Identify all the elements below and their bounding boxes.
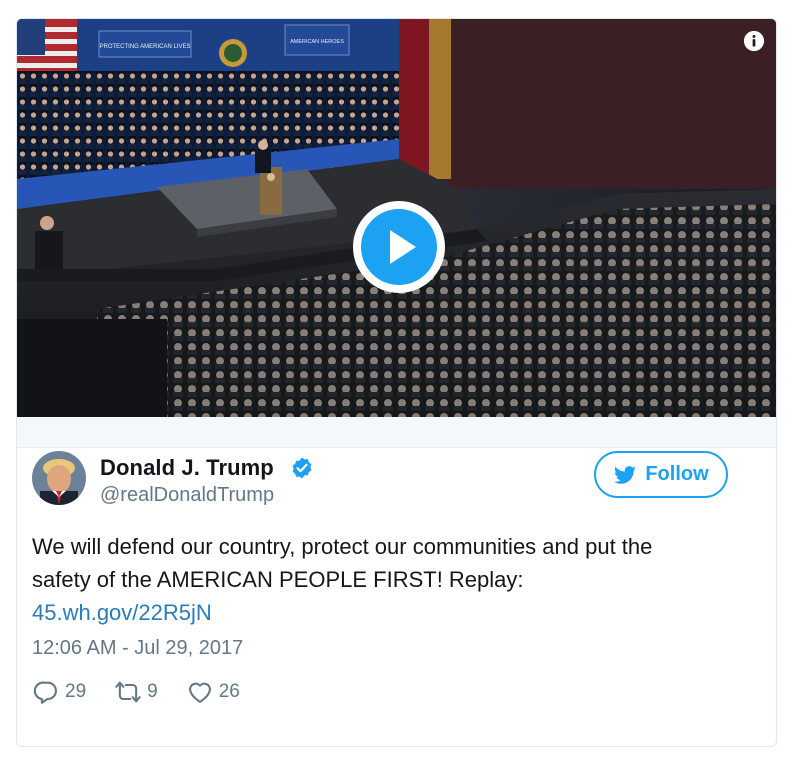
banner-left-text: PROTECTING AMERICAN LIVES: [99, 44, 190, 50]
retweet-icon: [115, 681, 141, 703]
heart-icon: [188, 682, 211, 703]
retweet-button[interactable]: 9: [114, 678, 158, 706]
tweet-timestamp[interactable]: 12:06 AM - Jul 29, 2017: [32, 637, 243, 660]
reply-icon: [33, 681, 57, 704]
play-icon: [353, 201, 445, 293]
author-handle[interactable]: @realDonaldTrump: [100, 484, 274, 507]
twitter-bird-icon: [614, 465, 637, 484]
follow-button[interactable]: Follow: [594, 451, 728, 498]
reply-count: 29: [65, 681, 87, 702]
tweet-link[interactable]: 45.wh.gov/22R5jN: [32, 600, 212, 625]
follow-label: Follow: [645, 463, 709, 485]
avatar[interactable]: [32, 451, 86, 505]
author-name[interactable]: Donald J. Trump: [100, 455, 274, 481]
stage-banner-left: PROTECTING AMERICAN LIVES: [98, 30, 192, 58]
tweet-actions: 29 9 26: [32, 677, 268, 707]
like-button[interactable]: 26: [186, 678, 240, 706]
tweet-text: We will defend our country, protect our …: [32, 530, 732, 629]
info-icon[interactable]: [743, 30, 765, 52]
tweet-text-line-2: safety of the AMERICAN PEOPLE FIRST! Rep…: [32, 567, 524, 592]
tweet-text-line-1: We will defend our country, protect our …: [32, 534, 653, 559]
stage-banner-right: AMERICAN HEROES: [284, 24, 350, 56]
reply-button[interactable]: 29: [32, 678, 86, 706]
media-divider: [17, 417, 776, 448]
like-count: 26: [218, 681, 240, 702]
stage-seal: [219, 39, 247, 67]
play-button[interactable]: [352, 200, 446, 294]
retweet-count: 9: [147, 681, 158, 702]
banner-right-text: AMERICAN HEROES: [290, 39, 344, 45]
video-player[interactable]: PROTECTING AMERICAN LIVES AMERICAN HEROE…: [17, 19, 776, 417]
verified-badge-icon: [290, 456, 314, 480]
